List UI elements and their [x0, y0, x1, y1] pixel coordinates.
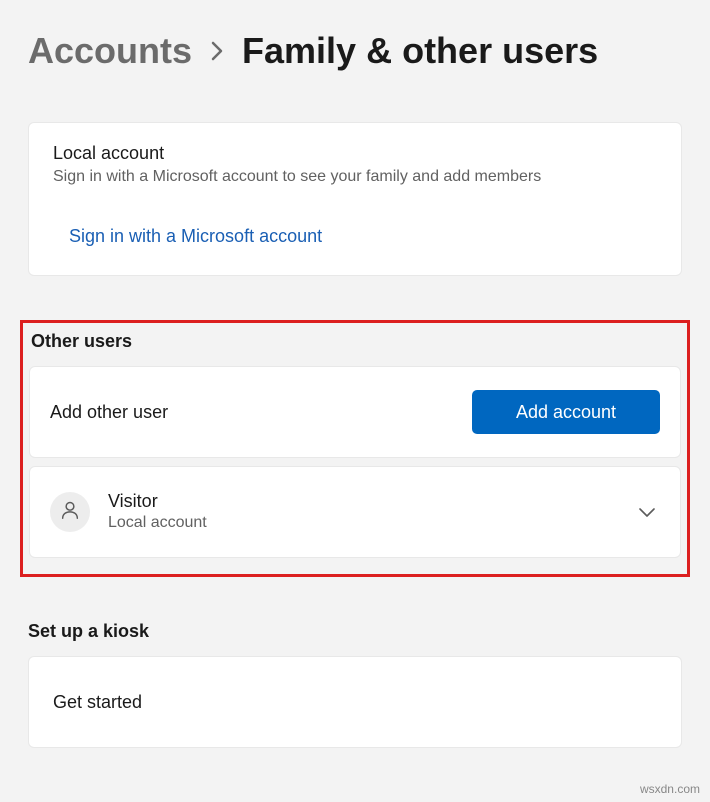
other-users-section-highlight: Other users Add other user Add account V…	[20, 320, 690, 577]
page-title: Family & other users	[242, 30, 598, 72]
add-account-button[interactable]: Add account	[472, 390, 660, 434]
person-icon	[59, 499, 81, 526]
user-info: Visitor Local account	[108, 490, 620, 534]
other-users-header: Other users	[29, 331, 681, 352]
breadcrumb: Accounts Family & other users	[28, 30, 682, 72]
kiosk-get-started-row[interactable]: Get started	[28, 656, 682, 748]
local-account-card: Local account Sign in with a Microsoft a…	[28, 122, 682, 276]
user-name: Visitor	[108, 490, 620, 513]
signin-microsoft-link[interactable]: Sign in with a Microsoft account	[53, 226, 657, 247]
chevron-down-icon	[638, 506, 660, 518]
breadcrumb-parent[interactable]: Accounts	[28, 30, 192, 72]
chevron-right-icon	[210, 41, 224, 61]
kiosk-get-started-label: Get started	[53, 692, 142, 713]
kiosk-header: Set up a kiosk	[28, 621, 682, 642]
user-row-visitor[interactable]: Visitor Local account	[29, 466, 681, 558]
local-account-subtitle: Sign in with a Microsoft account to see …	[53, 168, 657, 186]
user-type: Local account	[108, 513, 620, 534]
add-other-user-label: Add other user	[50, 402, 168, 423]
local-account-title: Local account	[53, 143, 657, 164]
avatar	[50, 492, 90, 532]
add-other-user-row: Add other user Add account	[29, 366, 681, 458]
watermark: wsxdn.com	[640, 782, 700, 796]
